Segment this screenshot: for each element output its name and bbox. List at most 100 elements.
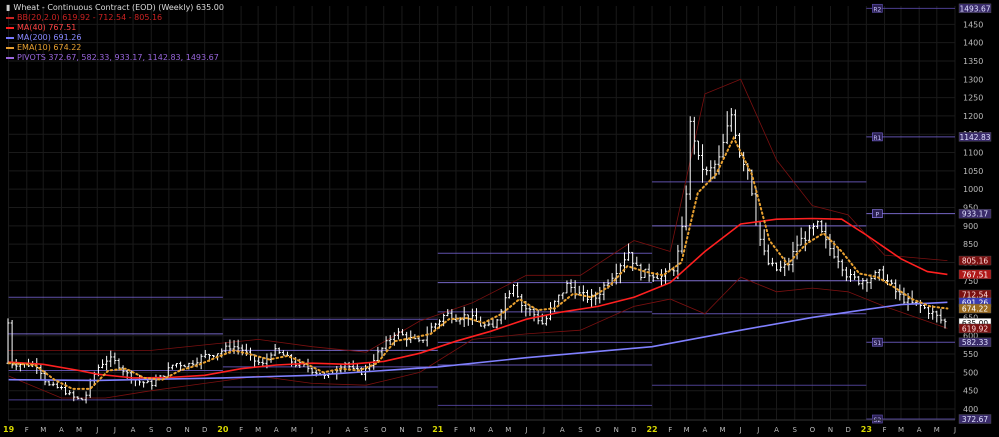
x-tick-label: D (202, 426, 207, 434)
price-chart[interactable]: R2R1PS1S2 400450500550600650700750800850… (0, 0, 999, 437)
legend-swatch-icon (6, 37, 14, 39)
x-tick-label: O (166, 426, 172, 434)
x-tick-label: J (95, 426, 98, 434)
x-tick-label: M (505, 426, 511, 434)
y-tick-label: 1200 (963, 112, 983, 121)
x-tick-label: A (346, 426, 351, 434)
x-tick-label: J (756, 426, 759, 434)
value-label: 767.51 (962, 270, 988, 279)
value-label: 372.67 (962, 415, 988, 424)
y-tick-label: 1450 (963, 20, 983, 29)
value-label: 1142.83 (959, 133, 990, 142)
x-tick-label: S (149, 426, 154, 434)
legend-swatch-icon (6, 57, 14, 59)
legend-entry-ma40: MA(40) 767.51 (6, 23, 224, 33)
x-tick-label: N (828, 426, 833, 434)
y-tick-label: 550 (963, 350, 978, 359)
x-tick-label: O (381, 426, 387, 434)
x-tick-label: S (792, 426, 797, 434)
x-tick-label: J (953, 426, 956, 434)
x-tick-label: M (40, 426, 46, 434)
x-tick-label: 19 (3, 425, 15, 434)
series-line (8, 78, 948, 353)
value-label: 805.16 (962, 257, 988, 266)
legend-entry-text: BB(20,2.0) 619.92 - 712.54 - 805.16 (17, 13, 163, 22)
x-tick-label: 22 (646, 425, 657, 434)
x-tick-label: M (255, 426, 261, 434)
chart-title-text: Wheat - Continuous Contract (EOD) (Weekl… (13, 3, 224, 12)
x-tick-label: F (454, 426, 458, 434)
x-tick-label: 21 (432, 425, 444, 434)
x-tick-label: M (291, 426, 297, 434)
y-tick-label: 1050 (963, 167, 983, 176)
y-tick-label: 450 (963, 387, 978, 396)
legend-entry-bb: BB(20,2.0) 619.92 - 712.54 - 805.16 (6, 13, 224, 23)
x-tick-label: J (524, 426, 527, 434)
x-tick-label: N (184, 426, 189, 434)
value-label: 582.33 (962, 338, 988, 347)
x-tick-label: M (898, 426, 904, 434)
legend-entry-text: MA(40) 767.51 (17, 23, 77, 32)
pivot-label: R2 (873, 6, 881, 13)
x-tick-label: A (560, 426, 565, 434)
x-tick-label: A (702, 426, 707, 434)
x-tick-label: J (739, 426, 742, 434)
y-tick-label: 1250 (963, 94, 983, 103)
y-tick-label: 400 (963, 405, 978, 414)
x-tick-label: M (76, 426, 82, 434)
x-tick-label: F (668, 426, 672, 434)
x-tick-label: O (810, 426, 816, 434)
legend-entry-ema10: EMA(10) 674.22 (6, 43, 224, 53)
pivot-label: S1 (874, 340, 882, 347)
pivot-label: P (876, 212, 880, 219)
x-tick-label: F (25, 426, 29, 434)
x-tick-label: A (917, 426, 922, 434)
pivot-label: R1 (873, 135, 881, 142)
legend-swatch-icon (6, 27, 14, 29)
x-tick-label: A (774, 426, 779, 434)
pivot-lines: R2 R1 P S1 S2 (8, 3, 955, 424)
x-tick-label: M (469, 426, 475, 434)
y-tick-label: 1100 (963, 149, 983, 158)
y-tick-label: 1300 (963, 75, 983, 84)
value-label: 674.22 (962, 305, 988, 314)
chart-legend: ▮ Wheat - Continuous Contract (EOD) (Wee… (6, 3, 224, 63)
x-tick-label: D (845, 426, 850, 434)
y-tick-label: 1350 (963, 57, 983, 66)
value-label: 933.17 (962, 210, 988, 219)
x-tick-label: O (595, 426, 601, 434)
grid-lines (8, 6, 956, 420)
pivot-label: S2 (874, 417, 882, 424)
x-tick-label: A (274, 426, 279, 434)
legend-entry-text: EMA(10) 674.22 (17, 43, 82, 52)
legend-swatch-icon (6, 17, 14, 19)
x-tick-label: N (614, 426, 619, 434)
series-line (7, 135, 949, 390)
x-tick-label: D (631, 426, 636, 434)
x-tick-label: J (542, 426, 545, 434)
value-label: 1493.67 (959, 4, 990, 13)
x-tick-label: M (684, 426, 690, 434)
chart-type-icon: ▮ (6, 3, 11, 12)
y-tick-label: 850 (963, 240, 978, 249)
x-tick-label: M (934, 426, 940, 434)
x-tick-label: 20 (217, 425, 229, 434)
legend-entry-text: MA(200) 691.26 (17, 33, 82, 42)
x-tick-label: 23 (861, 425, 872, 434)
legend-entry-text: PIVOTS 372.67, 582.33, 933.17, 1142.83, … (17, 53, 219, 62)
legend-swatch-icon (6, 47, 14, 49)
y-tick-label: 500 (963, 368, 978, 377)
value-label: 619.92 (962, 324, 988, 333)
y-tick-label: 1000 (963, 185, 983, 194)
x-tick-label: M (719, 426, 725, 434)
x-axis: 19 F M A M J J A S O N D 20 F M A M J J A S O N D 21 F M A M J J A S O N D 2… (3, 419, 956, 434)
x-tick-label: J (310, 426, 313, 434)
indicator-lines (7, 135, 949, 390)
x-tick-label: F (883, 426, 887, 434)
x-tick-label: F (239, 426, 243, 434)
x-tick-label: D (417, 426, 422, 434)
y-tick-label: 900 (963, 222, 978, 231)
legend-entry-pivots: PIVOTS 372.67, 582.33, 933.17, 1142.83, … (6, 53, 224, 63)
legend-entry-ma200: MA(200) 691.26 (6, 33, 224, 43)
x-tick-label: J (328, 426, 331, 434)
